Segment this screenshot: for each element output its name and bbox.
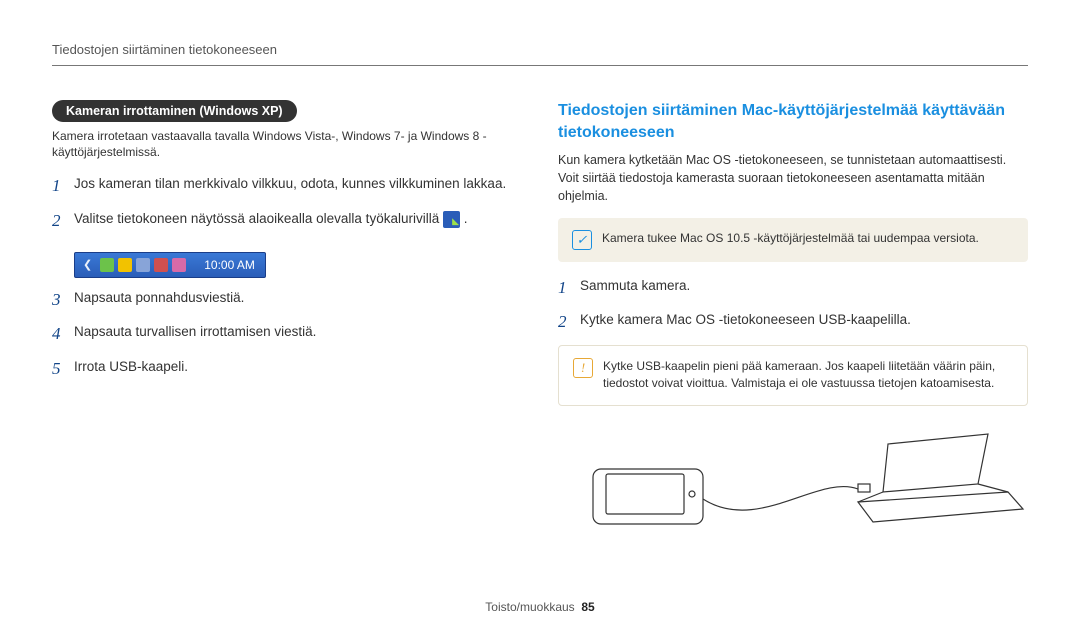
footer-page-number: 85 bbox=[581, 600, 594, 614]
left-column: Kameran irrottaminen (Windows XP) Kamera… bbox=[52, 48, 522, 544]
safely-remove-icon bbox=[443, 211, 460, 228]
footer-section: Toisto/muokkaus bbox=[485, 600, 574, 614]
step-text: Napsauta ponnahdusviestiä. bbox=[74, 288, 244, 308]
step-text: Valitse tietokoneen näytössä alaoikealla… bbox=[74, 209, 468, 229]
right-step-list: 1 Sammuta kamera. 2 Kytke kamera Mac OS … bbox=[558, 276, 1028, 335]
step-item: 2 Kytke kamera Mac OS -tietokoneeseen US… bbox=[558, 310, 1028, 335]
taskbar-tray: ❮ 10:00 AM bbox=[74, 252, 266, 278]
right-column: Tiedostojen siirtäminen Mac-käyttöjärjes… bbox=[558, 48, 1028, 544]
tray-icon bbox=[100, 258, 114, 272]
step-text: Napsauta turvallisen irrottamisen viesti… bbox=[74, 322, 316, 342]
page-footer: Toisto/muokkaus 85 bbox=[0, 600, 1080, 614]
step-number: 1 bbox=[52, 174, 74, 199]
tray-icon bbox=[136, 258, 150, 272]
tray-clock: 10:00 AM bbox=[190, 258, 255, 272]
step-item: 1 Jos kameran tilan merkkivalo vilkkuu, … bbox=[52, 174, 522, 199]
step-text: Jos kameran tilan merkkivalo vilkkuu, od… bbox=[74, 174, 506, 194]
step-text: Kytke kamera Mac OS -tietokoneeseen USB-… bbox=[580, 310, 911, 330]
section-intro: Kun kamera kytketään Mac OS -tietokonees… bbox=[558, 151, 1028, 205]
left-step-list: 1 Jos kameran tilan merkkivalo vilkkuu, … bbox=[52, 174, 522, 233]
connection-diagram-svg bbox=[558, 414, 1028, 544]
step-item: 5 Irrota USB-kaapeli. bbox=[52, 357, 522, 382]
step-text: Irrota USB-kaapeli. bbox=[74, 357, 188, 377]
running-head: Tiedostojen siirtäminen tietokoneeseen bbox=[52, 42, 1028, 66]
step-item: 1 Sammuta kamera. bbox=[558, 276, 1028, 301]
tray-shield-icon bbox=[118, 258, 132, 272]
running-head-text: Tiedostojen siirtäminen tietokoneeseen bbox=[52, 42, 277, 57]
info-icon: ✓ bbox=[572, 230, 592, 250]
taskbar-screenshot: ❮ 10:00 AM bbox=[74, 252, 266, 278]
step-number: 5 bbox=[52, 357, 74, 382]
warning-note: ! Kytke USB-kaapelin pieni pää kameraan.… bbox=[558, 345, 1028, 406]
warning-icon: ! bbox=[573, 358, 593, 378]
step-number: 2 bbox=[558, 310, 580, 335]
step-number: 1 bbox=[558, 276, 580, 301]
subsection-note: Kamera irrotetaan vastaavalla tavalla Wi… bbox=[52, 128, 522, 160]
step-item: 4 Napsauta turvallisen irrottamisen vies… bbox=[52, 322, 522, 347]
step-number: 3 bbox=[52, 288, 74, 313]
step-text: Sammuta kamera. bbox=[580, 276, 690, 296]
warning-note-text: Kytke USB-kaapelin pieni pää kameraan. J… bbox=[603, 358, 1013, 393]
subsection-pill: Kameran irrottaminen (Windows XP) bbox=[52, 100, 297, 122]
tray-expand-icon: ❮ bbox=[79, 258, 96, 271]
step-number: 2 bbox=[52, 209, 74, 234]
section-heading: Tiedostojen siirtäminen Mac-käyttöjärjes… bbox=[558, 100, 1028, 143]
info-note-text: Kamera tukee Mac OS 10.5 -käyttöjärjeste… bbox=[602, 230, 979, 247]
camera-to-laptop-illustration bbox=[558, 414, 1028, 544]
tray-volume-icon bbox=[154, 258, 168, 272]
step-item: 3 Napsauta ponnahdusviestiä. bbox=[52, 288, 522, 313]
left-step-list-cont: 3 Napsauta ponnahdusviestiä. 4 Napsauta … bbox=[52, 288, 522, 382]
tray-icon bbox=[172, 258, 186, 272]
page-body: Kameran irrottaminen (Windows XP) Kamera… bbox=[0, 0, 1080, 564]
step-text-inner: Valitse tietokoneen näytössä alaoikealla… bbox=[74, 211, 439, 226]
step-item: 2 Valitse tietokoneen näytössä alaoikeal… bbox=[52, 209, 522, 234]
step-number: 4 bbox=[52, 322, 74, 347]
info-note: ✓ Kamera tukee Mac OS 10.5 -käyttöjärjes… bbox=[558, 218, 1028, 262]
